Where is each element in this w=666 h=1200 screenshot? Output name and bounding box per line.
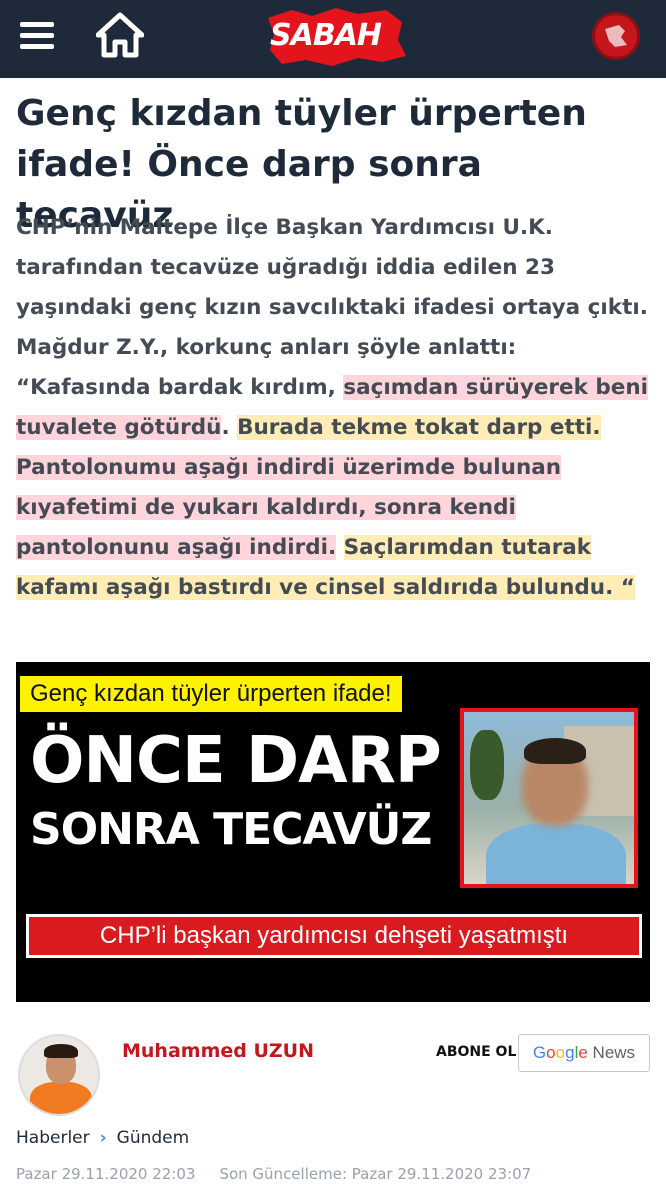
body-text-intro: CHP’nin Maltepe İlçe Başkan Yardımcısı U… bbox=[16, 215, 648, 400]
breadcrumb-haberler[interactable]: Haberler bbox=[16, 1128, 90, 1148]
hamburger-menu-icon[interactable] bbox=[20, 22, 54, 50]
subscribe-label: ABONE OL bbox=[436, 1044, 517, 1060]
updated-date: Son Güncelleme: Pazar 29.11.2020 23:07 bbox=[219, 1165, 532, 1183]
home-icon[interactable] bbox=[95, 12, 145, 58]
article-dates: Pazar 29.11.2020 22:03 Son Güncelleme: Pa… bbox=[16, 1165, 531, 1183]
published-date: Pazar 29.11.2020 22:03 bbox=[16, 1165, 196, 1183]
image-bottom-banner: CHP’li başkan yardımcısı dehşeti yaşatmı… bbox=[26, 914, 642, 958]
google-news-button[interactable]: Google News bbox=[518, 1034, 650, 1072]
team-badge-icon[interactable] bbox=[592, 12, 640, 60]
author-name[interactable]: Muhammed UZUN bbox=[122, 1040, 314, 1062]
top-nav-bar: SABAH bbox=[0, 0, 666, 78]
image-headline-1: ÖNCE DARP bbox=[30, 724, 442, 798]
author-avatar[interactable] bbox=[18, 1034, 100, 1116]
article-body: CHP’nin Maltepe İlçe Başkan Yardımcısı U… bbox=[16, 208, 650, 608]
suspect-photo bbox=[460, 708, 638, 888]
breadcrumb-gundem[interactable]: Gündem bbox=[117, 1128, 190, 1148]
body-text-join-1: . bbox=[221, 415, 238, 440]
logo-text: SABAH bbox=[270, 18, 382, 53]
breadcrumb: Haberler › Gündem bbox=[16, 1128, 189, 1148]
article-image[interactable]: Genç kızdan tüyler ürperten ifade! ÖNCE … bbox=[16, 662, 650, 1002]
body-text-join-3 bbox=[336, 535, 344, 560]
chevron-right-icon: › bbox=[99, 1128, 107, 1148]
sabah-logo[interactable]: SABAH bbox=[262, 4, 410, 68]
image-headline-2: SONRA TECAVÜZ bbox=[30, 804, 432, 855]
highlight-yellow-1: Burada tekme tokat darp etti. bbox=[237, 415, 601, 440]
image-top-banner: Genç kızdan tüyler ürperten ifade! bbox=[20, 676, 402, 712]
